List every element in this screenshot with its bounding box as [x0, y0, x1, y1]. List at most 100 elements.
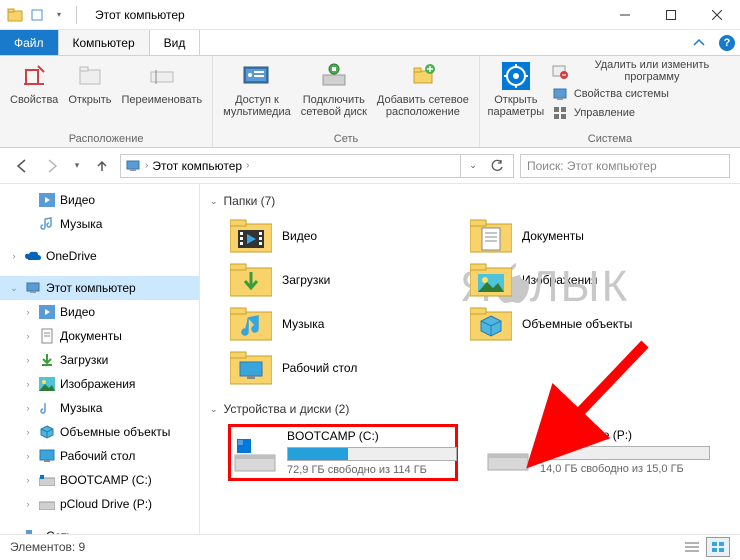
navigation-bar: ▾ › Этот компьютер › ⌄ Поиск: Этот компь… [0, 148, 740, 184]
folder-downloads[interactable]: Загрузки [228, 260, 458, 300]
quick-access-toolbar: ▾ [0, 6, 87, 24]
tree-item-music[interactable]: Музыка [0, 212, 199, 236]
rename-button[interactable]: Переименовать [118, 58, 207, 108]
address-bar[interactable]: › Этот компьютер › ⌄ [120, 154, 514, 178]
qat-dropdown-icon[interactable]: ▾ [50, 6, 68, 24]
chevron-down-icon: ⌄ [210, 404, 218, 415]
map-drive-button[interactable]: Подключить сетевой диск [297, 58, 371, 120]
tree-item-bootcamp[interactable]: ›BOOTCAMP (C:) [0, 468, 199, 492]
tree-item-music-2[interactable]: ›Музыка [0, 396, 199, 420]
tree-item-this-pc[interactable]: ⌄Этот компьютер [0, 276, 199, 300]
ribbon: Свойства Открыть Переименовать Расположе… [0, 56, 740, 148]
rename-icon [146, 60, 178, 92]
this-pc-icon [125, 158, 141, 174]
maximize-button[interactable] [648, 0, 694, 30]
properties-label: Свойства [10, 94, 58, 106]
folder-desktop[interactable]: Рабочий стол [228, 348, 458, 388]
rename-label: Переименовать [122, 94, 203, 106]
tree-item-network[interactable]: ›Сеть [0, 524, 199, 534]
uninstall-label: Удалить или изменить программу [574, 59, 730, 83]
item-count: Элементов: 9 [10, 540, 85, 554]
search-placeholder: Поиск: Этот компьютер [527, 159, 657, 173]
tree-item-3d-objects[interactable]: ›Объемные объекты [0, 420, 199, 444]
tree-item-pcloud[interactable]: ›pCloud Drive (P:) [0, 492, 199, 516]
tree-item-videos-2[interactable]: ›Видео [0, 300, 199, 324]
content-pane[interactable]: ЯЛЫК ⌄Папки (7) Видео Документы Загрузки… [200, 184, 740, 534]
folder-music[interactable]: Музыка [228, 304, 458, 344]
chevron-down-icon: ⌄ [210, 196, 218, 207]
chevron-right-icon: › [246, 160, 249, 171]
folder-videos[interactable]: Видео [228, 216, 458, 256]
map-drive-label: Подключить сетевой диск [301, 94, 367, 118]
system-properties-button[interactable]: Свойства системы [548, 85, 734, 103]
tree-item-onedrive[interactable]: ›OneDrive [0, 244, 199, 268]
tree-item-desktop[interactable]: ›Рабочий стол [0, 444, 199, 468]
app-icon [6, 6, 24, 24]
properties-icon [18, 60, 50, 92]
view-tiles-button[interactable] [706, 537, 730, 557]
view-details-button[interactable] [680, 537, 704, 557]
add-network-button[interactable]: Добавить сетевое расположение [373, 58, 473, 120]
drive-free-text: 72,9 ГБ свободно из 114 ГБ [287, 464, 457, 476]
folder-pictures[interactable]: Изображения [468, 260, 698, 300]
window-controls [602, 0, 740, 30]
uninstall-button[interactable]: Удалить или изменить программу [548, 58, 734, 84]
qat-item[interactable] [28, 6, 46, 24]
forward-button[interactable] [40, 154, 64, 178]
open-label: Открыть [68, 94, 111, 106]
drives-grid: BOOTCAMP (C:) 72,9 ГБ свободно из 114 ГБ… [228, 424, 730, 481]
tree-item-downloads[interactable]: ›Загрузки [0, 348, 199, 372]
properties-button[interactable]: Свойства [6, 58, 62, 108]
add-network-icon [407, 60, 439, 92]
manage-icon [552, 105, 568, 121]
minimize-button[interactable] [602, 0, 648, 30]
group-header-folders[interactable]: ⌄Папки (7) [210, 194, 730, 208]
breadcrumb-label: Этот компьютер [152, 159, 242, 173]
media-label: Доступ к мультимедиа [223, 94, 291, 118]
group-label-network: Сеть [219, 131, 473, 146]
status-bar: Элементов: 9 [0, 534, 740, 558]
drive-name: BOOTCAMP (C:) [287, 429, 457, 443]
manage-label: Управление [574, 107, 635, 119]
close-button[interactable] [694, 0, 740, 30]
drive-bootcamp[interactable]: BOOTCAMP (C:) 72,9 ГБ свободно из 114 ГБ [228, 424, 458, 481]
up-button[interactable] [90, 154, 114, 178]
manage-button[interactable]: Управление [548, 104, 734, 122]
open-settings-button[interactable]: Открыть параметры [486, 58, 546, 120]
title-bar: ▾ Этот компьютер [0, 0, 740, 30]
add-network-label: Добавить сетевое расположение [377, 94, 469, 118]
tab-computer[interactable]: Компьютер [59, 30, 150, 55]
ribbon-group-location: Свойства Открыть Переименовать Расположе… [0, 56, 213, 147]
tree-item-videos[interactable]: Видео [0, 188, 199, 212]
tree-item-documents[interactable]: ›Документы [0, 324, 199, 348]
tab-file[interactable]: Файл [0, 30, 59, 55]
tree-item-pictures[interactable]: ›Изображения [0, 372, 199, 396]
help-button[interactable]: ? [714, 30, 740, 55]
uninstall-icon [552, 63, 568, 79]
address-dropdown[interactable]: ⌄ [461, 155, 485, 177]
ribbon-group-system: Открыть параметры Удалить или изменить п… [480, 56, 740, 147]
settings-icon [500, 60, 532, 92]
open-icon [74, 60, 106, 92]
drive-usage-bar [287, 447, 457, 461]
folders-grid: Видео Документы Загрузки Изображения Муз… [228, 216, 730, 388]
refresh-button[interactable] [485, 155, 509, 177]
folder-documents[interactable]: Документы [468, 216, 698, 256]
search-input[interactable]: Поиск: Этот компьютер [520, 154, 730, 178]
drive-pcloud[interactable]: pCloud Drive (P:) 14,0 ГБ свободно из 15… [482, 424, 712, 481]
drive-usage-bar [540, 446, 710, 460]
recent-dropdown[interactable]: ▾ [70, 154, 84, 178]
ribbon-collapse-button[interactable] [684, 30, 714, 55]
drive-name: pCloud Drive (P:) [540, 428, 710, 442]
folder-3d-objects[interactable]: Объемные объекты [468, 304, 698, 344]
system-props-label: Свойства системы [574, 88, 669, 100]
media-access-button[interactable]: Доступ к мультимедиа [219, 58, 295, 120]
group-header-drives[interactable]: ⌄Устройства и диски (2) [210, 402, 730, 416]
separator [76, 6, 77, 24]
tab-view[interactable]: Вид [150, 30, 201, 55]
settings-label: Открыть параметры [488, 94, 545, 118]
open-button[interactable]: Открыть [64, 58, 115, 108]
back-button[interactable] [10, 154, 34, 178]
media-icon [241, 60, 273, 92]
breadcrumb-root[interactable]: › Этот компьютер › [125, 158, 249, 174]
